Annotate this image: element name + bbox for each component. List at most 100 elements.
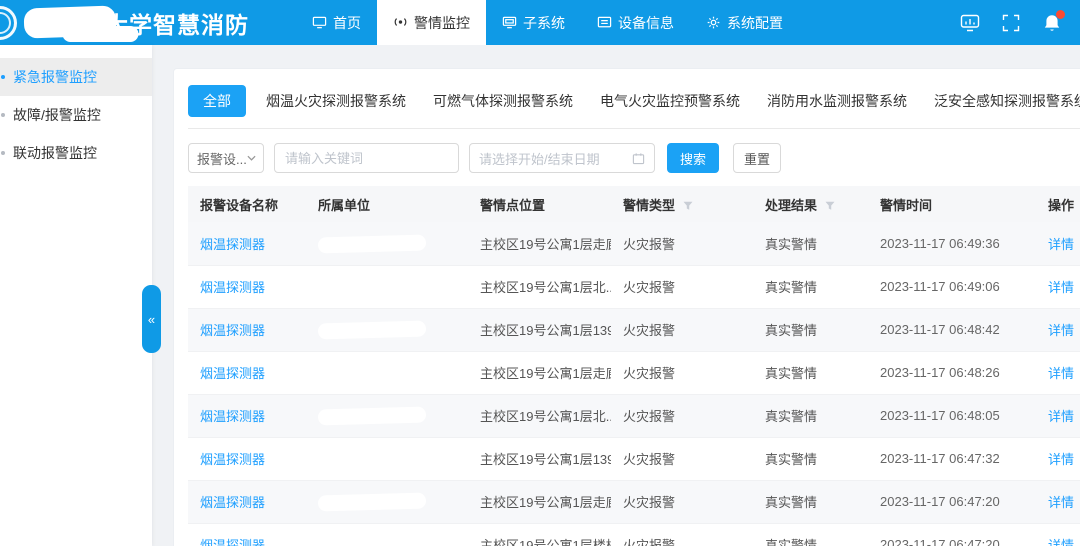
location-cell: 主校区19号公寓1层139 — [468, 437, 611, 480]
alarm-type-cell: 火灾报警 — [611, 222, 753, 265]
sidebar-item[interactable]: 故障/报警监控 — [0, 96, 152, 134]
redaction-blob — [318, 277, 426, 296]
table-row: 烟温探测器 主校区19号公寓1层139 火灾报警 真实警情 2023-11-17… — [188, 308, 1080, 351]
search-button[interactable]: 搜索 — [667, 143, 719, 173]
time-cell: 2023-11-17 06:48:05 — [868, 394, 1036, 437]
col-time: 警情时间 — [868, 186, 1036, 222]
sidebar-item[interactable]: 联动报警监控 — [0, 134, 152, 172]
table-row: 烟温探测器 主校区19号公寓1层139 火灾报警 真实警情 2023-11-17… — [188, 437, 1080, 480]
location-cell: 主校区19号公寓1层楼梯3 — [468, 523, 611, 546]
device-link[interactable]: 烟温探测器 — [200, 237, 265, 252]
result-cell: 真实警情 — [753, 308, 868, 351]
detail-link[interactable]: 详情 — [1048, 280, 1074, 295]
sidebar-collapse-handle[interactable]: « — [142, 285, 161, 353]
sidebar-item-label: 紧急报警监控 — [13, 67, 97, 87]
alarm-type-cell: 火灾报警 — [611, 308, 753, 351]
col-result: 处理结果 — [753, 186, 868, 222]
table-row: 烟温探测器 主校区19号公寓1层走廊4 火灾报警 真实警情 2023-11-17… — [188, 480, 1080, 523]
redaction-blob — [318, 449, 426, 468]
tab[interactable]: 可燃气体探测报警系统 — [433, 85, 573, 117]
device-link[interactable]: 烟温探测器 — [200, 409, 265, 424]
nav-item-subsystem[interactable]: 子系统 — [486, 0, 581, 45]
content-card: 全部 烟温火灾探测报警系统 可燃气体探测报警系统 电气火灾监控预警系统 — [173, 68, 1080, 546]
nav-label: 警情监控 — [414, 13, 470, 33]
date-range-picker[interactable]: 请选择开始/结束日期 — [469, 143, 655, 173]
device-link[interactable]: 烟温探测器 — [200, 280, 265, 295]
time-cell: 2023-11-17 06:47:20 — [868, 480, 1036, 523]
top-navbar: 大学智慧消防 首页 警情监控 子系统 设备信息 系统配置 — [0, 0, 1080, 45]
device-link[interactable]: 烟温探测器 — [200, 366, 265, 381]
detail-link[interactable]: 详情 — [1048, 237, 1074, 252]
tab[interactable]: 电气火灾监控预警系统 — [600, 85, 740, 117]
logo — [0, 6, 17, 40]
table-row: 烟温探测器 主校区19号公寓1层北... 火灾报警 真实警情 2023-11-1… — [188, 265, 1080, 308]
notification-bell-icon[interactable] — [1042, 13, 1062, 33]
table-row: 烟温探测器 主校区19号公寓1层北... 火灾报警 真实警情 2023-11-1… — [188, 394, 1080, 437]
redaction-scribble — [24, 5, 117, 38]
device-link[interactable]: 烟温探测器 — [200, 323, 265, 338]
alarm-type-cell: 火灾报警 — [611, 437, 753, 480]
filter-bar: 报警设... 请选择开始/结束日期 搜索 重置 — [188, 143, 1080, 173]
alarm-type-cell: 火灾报警 — [611, 480, 753, 523]
sidebar-item[interactable]: 紧急报警监控 — [0, 58, 152, 96]
result-cell: 真实警情 — [753, 222, 868, 265]
redaction-blob — [318, 320, 426, 339]
device-type-select[interactable]: 报警设... — [188, 143, 264, 173]
calendar-icon — [632, 152, 645, 165]
nav-item-alarm-monitor[interactable]: 警情监控 — [377, 0, 486, 45]
location-cell: 主校区19号公寓1层北... — [468, 394, 611, 437]
device-link[interactable]: 烟温探测器 — [200, 495, 265, 510]
table-header-row: 报警设备名称 所属单位 警情点位置 警情类型 处理结果 警情时间 操作 — [188, 186, 1080, 222]
col-location: 警情点位置 — [468, 186, 611, 222]
alarm-type-cell: 火灾报警 — [611, 394, 753, 437]
tab[interactable]: 泛安全感知探测报警系统 — [934, 85, 1080, 117]
nav-label: 首页 — [333, 13, 361, 33]
data-screen-icon[interactable] — [960, 13, 980, 33]
detail-link[interactable]: 详情 — [1048, 366, 1074, 381]
nav-label: 系统配置 — [727, 13, 783, 33]
time-cell: 2023-11-17 06:49:06 — [868, 265, 1036, 308]
keyword-input[interactable] — [274, 143, 459, 173]
nav-label: 子系统 — [523, 13, 565, 33]
time-cell: 2023-11-17 06:47:32 — [868, 437, 1036, 480]
subsystem-icon — [502, 15, 517, 30]
tab-label: 消防用水监测报警系统 — [767, 93, 907, 109]
result-cell: 真实警情 — [753, 351, 868, 394]
table-row: 烟温探测器 主校区19号公寓1层走廊4 火灾报警 真实警情 2023-11-17… — [188, 351, 1080, 394]
redaction-blob — [318, 234, 426, 253]
col-actions: 操作 — [1036, 186, 1080, 222]
navbar-right-icons — [960, 0, 1080, 45]
redaction-blob — [318, 406, 426, 425]
select-value: 报警设... — [197, 149, 247, 168]
time-cell: 2023-11-17 06:49:36 — [868, 222, 1036, 265]
detail-link[interactable]: 详情 — [1048, 452, 1074, 467]
reset-button[interactable]: 重置 — [733, 143, 781, 173]
brand: 大学智慧消防 — [0, 0, 288, 45]
detail-link[interactable]: 详情 — [1048, 409, 1074, 424]
col-unit: 所属单位 — [306, 186, 468, 222]
device-link[interactable]: 烟温探测器 — [200, 538, 265, 546]
detail-link[interactable]: 详情 — [1048, 538, 1074, 546]
alarm-table: 报警设备名称 所属单位 警情点位置 警情类型 处理结果 警情时间 操作 — [188, 186, 1080, 546]
sidebar: 紧急报警监控 故障/报警监控 联动报警监控 « — [0, 45, 152, 546]
tab[interactable]: 烟温火灾探测报警系统 — [266, 85, 406, 117]
redaction-blob — [318, 492, 426, 511]
nav-item-device-info[interactable]: 设备信息 — [581, 0, 690, 45]
nav-item-system-config[interactable]: 系统配置 — [690, 0, 799, 45]
time-cell: 2023-11-17 06:48:42 — [868, 308, 1036, 351]
col-alarm-type: 警情类型 — [611, 186, 753, 222]
location-cell: 主校区19号公寓1层139 — [468, 308, 611, 351]
date-placeholder: 请选择开始/结束日期 — [479, 149, 600, 168]
device-link[interactable]: 烟温探测器 — [200, 452, 265, 467]
result-cell: 真实警情 — [753, 523, 868, 546]
filter-icon[interactable] — [683, 201, 693, 211]
tab[interactable]: 全部 — [188, 85, 246, 117]
detail-link[interactable]: 详情 — [1048, 495, 1074, 510]
fullscreen-icon[interactable] — [1001, 13, 1021, 33]
filter-icon[interactable] — [825, 201, 835, 211]
tab[interactable]: 消防用水监测报警系统 — [767, 85, 907, 117]
detail-link[interactable]: 详情 — [1048, 323, 1074, 338]
nav-item-home[interactable]: 首页 — [296, 0, 377, 45]
tab-label: 全部 — [203, 93, 231, 109]
home-screen-icon — [312, 15, 327, 30]
